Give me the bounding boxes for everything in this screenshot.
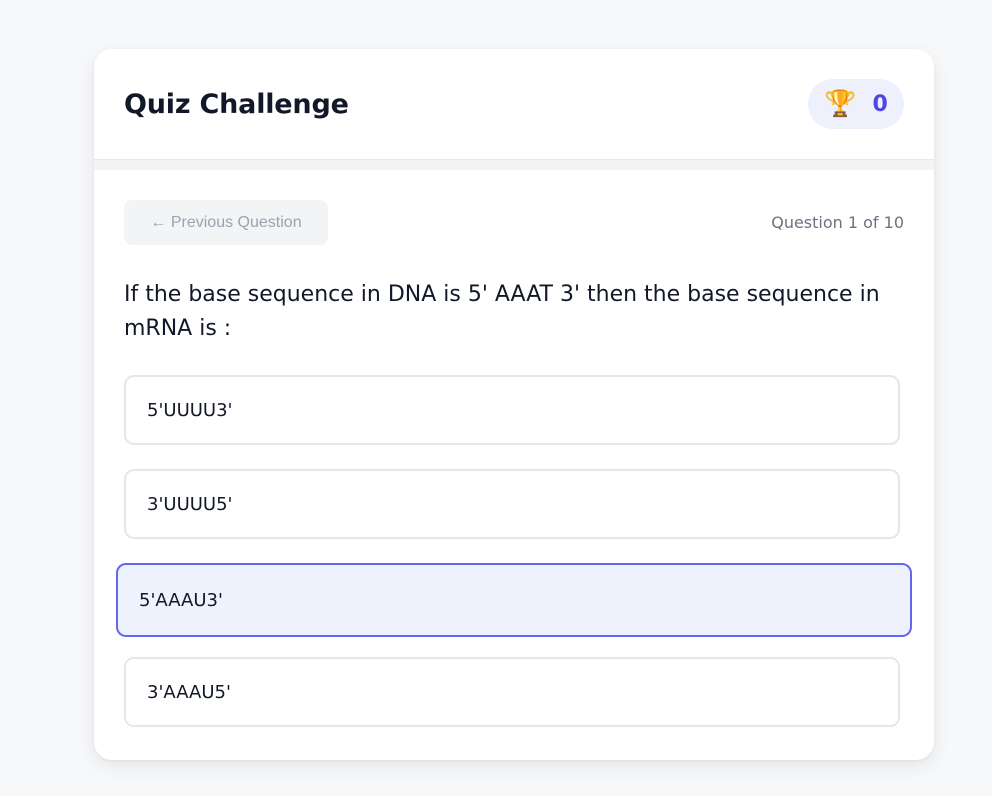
page-title: Quiz Challenge [124,89,349,120]
answer-option-label: 5'AAAU3' [139,589,223,611]
answer-option-label: 3'AAAU5' [147,681,231,703]
previous-question-button[interactable]: ← Previous Question [124,200,328,245]
score-value: 0 [872,91,888,117]
answer-option-label: 5'UUUU3' [147,399,233,421]
answer-option-4[interactable]: 3'AAAU5' [124,657,900,727]
question-progress: Question 1 of 10 [771,213,904,232]
answer-option-3[interactable]: 5'AAAU3' [116,563,912,637]
quiz-card: Quiz Challenge 🏆 0 ← Previous Question Q… [94,49,934,760]
header-divider [94,160,934,170]
quiz-header: Quiz Challenge 🏆 0 [94,49,934,160]
trophy-icon: 🏆 [824,89,857,119]
answer-option-1[interactable]: 5'UUUU3' [124,375,900,445]
question-text: If the base sequence in DNA is 5' AAAT 3… [124,282,880,341]
answer-option-2[interactable]: 3'UUUU5' [124,469,900,539]
score-badge: 🏆 0 [808,79,904,129]
answer-option-label: 3'UUUU5' [147,493,233,515]
